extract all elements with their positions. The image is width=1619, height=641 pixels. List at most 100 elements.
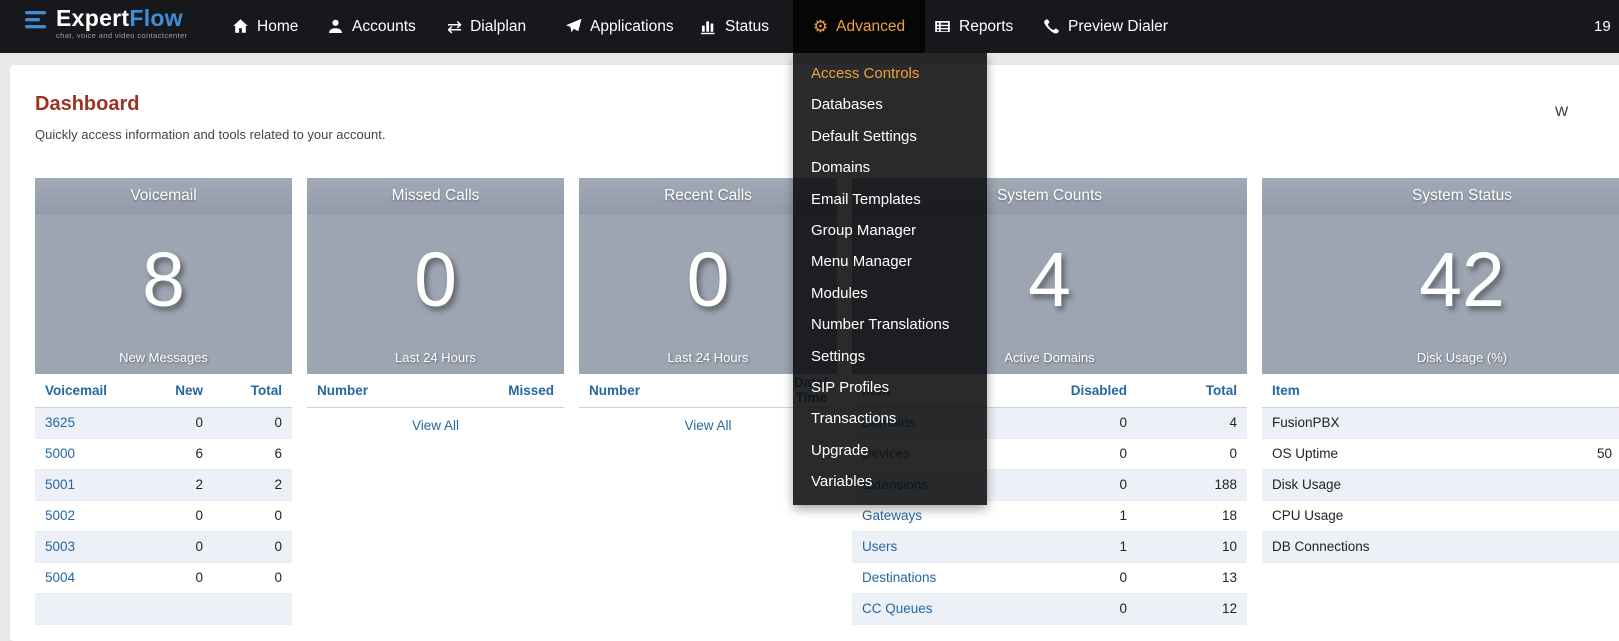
table-cell xyxy=(213,593,292,624)
gear-icon: ⚙ xyxy=(813,18,828,35)
table-link[interactable]: 5004 xyxy=(45,570,75,585)
table-row: DB Connections xyxy=(1262,531,1619,562)
table-header-row: Voicemail New Total xyxy=(35,374,292,407)
table-cell: 0 xyxy=(213,500,292,531)
table-link[interactable]: 5001 xyxy=(45,477,75,492)
table-cell: 0 xyxy=(1037,438,1137,469)
table-row: CC Queues012 xyxy=(852,593,1247,624)
table-cell xyxy=(1597,531,1619,562)
view-all-link[interactable]: View All xyxy=(684,418,731,433)
table-cell: Users xyxy=(852,531,1037,562)
table-cell: CPU Usage xyxy=(1262,500,1597,531)
nav-item-home[interactable]: Home xyxy=(232,0,298,53)
table-cell: 10 xyxy=(1137,531,1247,562)
system-status-count: 42 xyxy=(1262,214,1619,346)
table-cell: 5003 xyxy=(35,531,135,562)
table-link[interactable]: CC Queues xyxy=(862,601,933,616)
system-status-table: Item FusionPBXOS Uptime50Disk UsageCPU U… xyxy=(1262,374,1619,563)
view-all-link[interactable]: View All xyxy=(412,418,459,433)
table-row: Disk Usage xyxy=(1262,469,1619,500)
table-cell: 0 xyxy=(1037,562,1137,593)
nav-item-preview-dialer[interactable]: Preview Dialer xyxy=(1043,0,1168,53)
table-cell: Disk Usage xyxy=(1262,469,1597,500)
nav-item-status[interactable]: Status xyxy=(700,0,769,53)
panel-body: 8 New Messages xyxy=(35,214,292,374)
nav-item-label: Applications xyxy=(590,18,674,36)
panel-missed-calls: Missed Calls 0 Last 24 Hours Number Miss… xyxy=(307,178,564,443)
page-title: Dashboard xyxy=(35,93,139,116)
menu-item-settings[interactable]: Settings xyxy=(793,341,987,372)
menu-item-menu-manager[interactable]: Menu Manager xyxy=(793,246,987,277)
logo-icon xyxy=(25,10,49,32)
brand-tagline: chat, voice and video contactcenter xyxy=(56,31,188,40)
table-cell: 1 xyxy=(1037,531,1137,562)
table-cell: 18 xyxy=(1137,500,1247,531)
table-cell: 4 xyxy=(1137,407,1247,438)
table-link[interactable]: Gateways xyxy=(862,508,922,523)
table-link[interactable]: 5002 xyxy=(45,508,75,523)
table-cell: FusionPBX xyxy=(1262,407,1597,438)
panel-title: System Status xyxy=(1262,178,1619,214)
menu-item-group-manager[interactable]: Group Manager xyxy=(793,215,987,246)
nav-item-label: Home xyxy=(257,18,298,36)
table-row: 500300 xyxy=(35,531,292,562)
table-cell: 50 xyxy=(1597,438,1619,469)
menu-item-modules[interactable]: Modules xyxy=(793,278,987,309)
table-cell: 0 xyxy=(1037,407,1137,438)
table-cell: OS Uptime xyxy=(1262,438,1597,469)
paper-plane-icon xyxy=(565,18,582,35)
menu-item-number-translations[interactable]: Number Translations xyxy=(793,309,987,340)
table-cell: 5002 xyxy=(35,500,135,531)
nav-item-accounts[interactable]: Accounts xyxy=(327,0,416,53)
table-link[interactable]: 5000 xyxy=(45,446,75,461)
nav-item-label: Reports xyxy=(959,18,1013,36)
table-link[interactable]: Users xyxy=(862,539,897,554)
table-row xyxy=(35,593,292,624)
table-cell: DB Connections xyxy=(1262,531,1597,562)
menu-item-domains[interactable]: Domains xyxy=(793,152,987,183)
missed-calls-count: 0 xyxy=(307,214,564,346)
table-cell: View All xyxy=(307,407,564,443)
column-header: Missed xyxy=(484,374,564,407)
table-cell: 5000 xyxy=(35,438,135,469)
nav-item-applications[interactable]: Applications xyxy=(565,0,674,53)
menu-item-upgrade[interactable]: Upgrade xyxy=(793,435,987,466)
table-link[interactable]: Destinations xyxy=(862,570,936,585)
table-cell xyxy=(1597,500,1619,531)
menu-item-transactions[interactable]: Transactions xyxy=(793,403,987,434)
table-row: OS Uptime50 xyxy=(1262,438,1619,469)
voicemail-count-label: New Messages xyxy=(35,350,292,365)
table-cell: 5001 xyxy=(35,469,135,500)
menu-item-default-settings[interactable]: Default Settings xyxy=(793,121,987,152)
menu-item-sip-profiles[interactable]: SIP Profiles xyxy=(793,372,987,403)
table-row: 500066 xyxy=(35,438,292,469)
nav-item-reports[interactable]: Reports xyxy=(934,0,1013,53)
nav-item-label: Preview Dialer xyxy=(1068,18,1168,36)
page-subtitle: Quickly access information and tools rel… xyxy=(35,127,385,142)
column-header xyxy=(1597,374,1619,407)
home-icon xyxy=(232,18,249,35)
brand-name: ExpertFlow xyxy=(56,6,188,30)
table-cell: 5004 xyxy=(35,562,135,593)
brand-logo[interactable]: ExpertFlow chat, voice and video contact… xyxy=(25,6,188,40)
table-cell xyxy=(1597,469,1619,500)
table-cell: 2 xyxy=(135,469,213,500)
clock: 19 xyxy=(1594,0,1611,53)
column-header: New xyxy=(135,374,213,407)
table-cell: 0 xyxy=(135,407,213,438)
table-cell: 0 xyxy=(1037,593,1137,624)
menu-item-databases[interactable]: Databases xyxy=(793,89,987,120)
table-cell xyxy=(135,593,213,624)
table-row: View All xyxy=(307,407,564,443)
table-cell: 0 xyxy=(1137,438,1247,469)
table-link[interactable]: 3625 xyxy=(45,415,75,430)
menu-item-variables[interactable]: Variables xyxy=(793,466,987,497)
menu-item-access-controls[interactable]: Access Controls xyxy=(793,58,987,89)
panel-body: 42 Disk Usage (%) xyxy=(1262,214,1619,374)
nav-item-advanced[interactable]: ⚙ Advanced xyxy=(793,0,925,53)
nav-item-dialplan[interactable]: ⇄ Dialplan xyxy=(447,0,526,53)
table-cell: 3625 xyxy=(35,407,135,438)
nav-item-label: Accounts xyxy=(352,18,416,36)
menu-item-email-templates[interactable]: Email Templates xyxy=(793,184,987,215)
table-link[interactable]: 5003 xyxy=(45,539,75,554)
